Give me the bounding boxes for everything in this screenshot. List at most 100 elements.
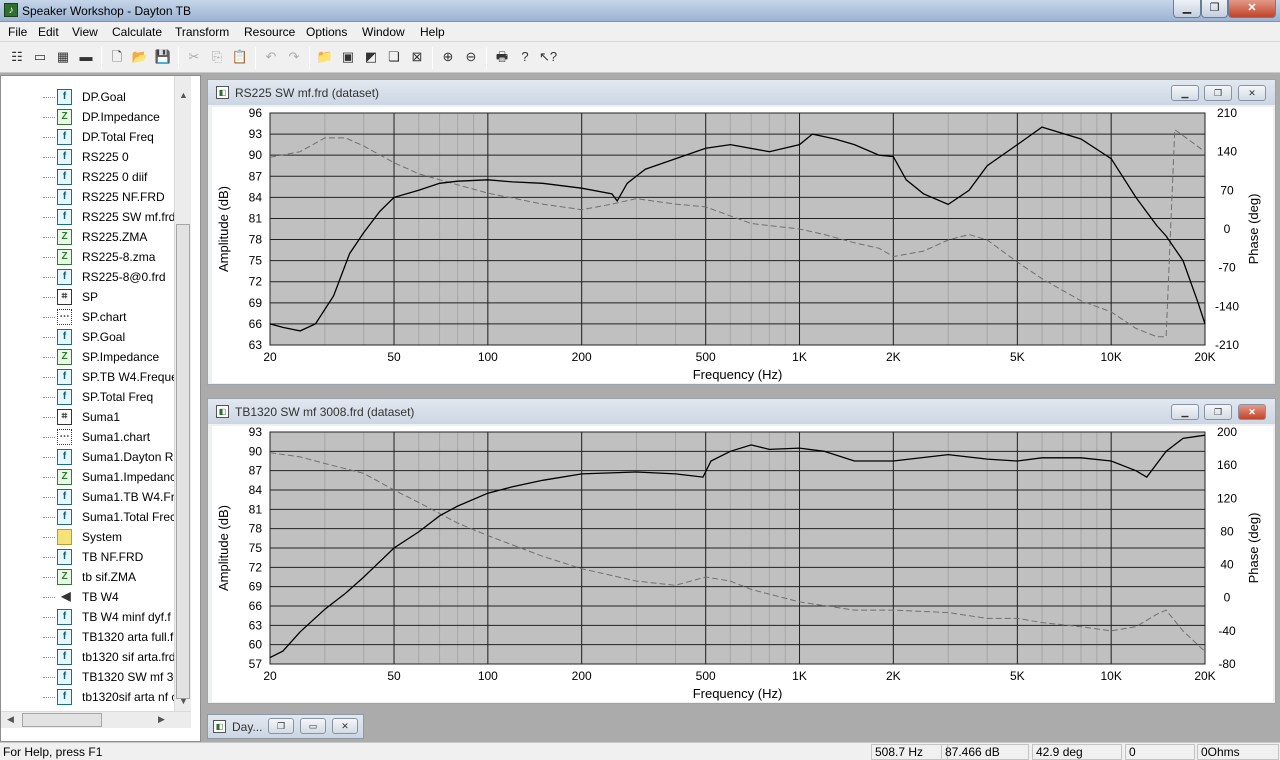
scroll-right-icon[interactable]: ▶ [158,714,165,725]
open-icon[interactable]: 📁 [315,47,335,67]
tree-item-label: TB1320 arta full.fr [82,630,174,644]
frequency-dataset-icon: f [57,389,72,405]
tree-view-icon[interactable]: ☷ [7,47,27,67]
y2-tick-label: 140 [1217,145,1237,159]
dataset-window-icon: ◧ [216,86,229,99]
x-tick-label: 2K [886,350,901,364]
print-icon[interactable]: 🖶 [492,47,512,67]
frequency-dataset-icon: f [57,169,72,185]
undo-icon[interactable]: ↶ [261,47,281,67]
status-help: For Help, press F1 [3,745,103,759]
close-icon: ✕ [1247,2,1257,14]
impedance-dataset-icon: Z [57,109,72,125]
help-icon[interactable]: ? [515,47,535,67]
y-tick-label: 75 [249,541,263,555]
vertical-scrollbar[interactable]: ▲ ▼ [174,76,191,711]
tree-connector [43,177,55,178]
tree-item-label: RS225-8.zma [82,250,156,264]
tree-item-label: SP [82,290,99,304]
scroll-left-icon[interactable]: ◀ [7,714,14,725]
mdi-area: ◧ RS225 SW mf.frd (dataset) ▁ ❐ ✕ 20 50 10… [204,75,1280,742]
close-button[interactable]: ✕ [1228,0,1276,18]
y2-tick-label: 0 [1224,591,1231,605]
menu-options[interactable]: Options [306,25,347,39]
status-frequency: 508.7 Hz [871,744,948,760]
scroll-up-icon[interactable]: ▲ [179,90,188,100]
tree-connector [43,337,55,338]
tree-connector [43,477,55,478]
dataset-window-tb1320[interactable]: ◧ TB1320 SW mf 3008.frd (dataset) ▁ ❐ ✕ … [207,398,1276,704]
child-restore-button[interactable]: ❐ [1204,404,1232,420]
minimized-window[interactable]: ◧ Day... ❐ ▭ ✕ [207,714,364,739]
child-close-button[interactable]: ✕ [1238,85,1266,101]
frequency-dataset-icon: f [57,449,72,465]
frequency-chart-rs225[interactable]: 20 50 100 200 500 1K 2K 5K 10K 20K 63 66 69 72 75 78 81 8… [212,107,1273,383]
tree-item-label: RS225.ZMA [82,230,148,244]
paste-icon[interactable]: 📋 [230,47,250,67]
tree-item-label: Suma1.Total Frec [82,510,174,524]
plot-area [269,112,1206,346]
tree-connector [43,217,55,218]
child-title-bar[interactable]: ◧ TB1320 SW mf 3008.frd (dataset) ▁ ❐ ✕ [208,399,1275,424]
menu-calculate[interactable]: Calculate [112,25,162,39]
impedance-dataset-icon: Z [57,569,72,585]
menu-transform[interactable]: Transform [175,25,229,39]
driver-icon[interactable]: ▬ [76,47,96,67]
restore-icon: ❐ [1209,2,1220,14]
restore-button[interactable]: ❐ [268,718,294,734]
tree-item-label: SP.Total Freq [82,390,154,404]
x-tick-label: 5K [1010,669,1025,683]
y2-tick-label: -210 [1215,338,1239,352]
open-folder-icon[interactable]: 📂 [130,47,150,67]
delete-window-icon[interactable]: ⊠ [407,47,427,67]
context-help-icon[interactable]: ↖? [538,47,558,67]
dataset-window-rs225[interactable]: ◧ RS225 SW mf.frd (dataset) ▁ ❐ ✕ 20 50 10… [207,79,1276,385]
title-bar: ♪ Speaker Workshop - Dayton TB ▁ ❐ ✕ [0,0,1280,22]
menu-help[interactable]: Help [420,25,445,39]
scroll-down-icon[interactable]: ▼ [179,696,188,706]
tree-item-label: DP.Goal [82,90,126,104]
frequency-chart-tb1320[interactable]: 20 50 100 200 500 1K 2K 5K 10K 20K 57 60 63 66 69 72 75 7… [212,426,1273,702]
chart2-icon[interactable]: ◩ [361,47,381,67]
child-title-bar[interactable]: ◧ RS225 SW mf.frd (dataset) ▁ ❐ ✕ [208,80,1275,105]
zoom-in-icon[interactable]: ⊕ [438,47,458,67]
cut-icon[interactable]: ✂ [184,47,204,67]
scroll-thumb[interactable] [176,224,190,699]
restore-button[interactable]: ❐ [1201,0,1228,18]
tree-item-label: SP.chart [82,310,127,324]
dataset-icon[interactable]: ▭ [30,47,50,67]
y-tick-label: 72 [249,560,263,574]
y-tick-label: 63 [249,338,263,352]
child-minimize-button[interactable]: ▁ [1171,404,1199,420]
menu-file[interactable]: File [8,25,27,39]
chart-icon[interactable]: ▣ [338,47,358,67]
copy-window-icon[interactable]: ❏ [384,47,404,67]
child-minimize-button[interactable]: ▁ [1171,85,1199,101]
table-icon[interactable]: ▦ [53,47,73,67]
horizontal-scrollbar[interactable]: ◀ ▶ [1,711,191,728]
zoom-out-icon[interactable]: ⊖ [461,47,481,67]
child-restore-button[interactable]: ❐ [1204,85,1232,101]
tree-connector [43,617,55,618]
new-file-icon[interactable]: 🗋 [107,47,127,67]
x-tick-label: 100 [478,350,498,364]
maximize-button[interactable]: ▭ [300,718,326,734]
copy-icon[interactable]: ⎘ [207,47,227,67]
y2-tick-label: 40 [1220,558,1234,572]
minimize-button[interactable]: ▁ [1173,0,1201,18]
menu-view[interactable]: View [72,25,98,39]
menu-window[interactable]: Window [362,25,405,39]
y2-tick-label: 70 [1220,183,1234,197]
tree-connector [43,657,55,658]
x-tick-label: 50 [387,669,401,683]
save-icon[interactable]: 💾 [153,47,173,67]
close-button[interactable]: ✕ [332,718,358,734]
redo-icon[interactable]: ↷ [284,47,304,67]
tree-item-label: RS225 NF.FRD [82,190,165,204]
scroll-thumb-h[interactable] [22,713,102,727]
menu-edit[interactable]: Edit [38,25,59,39]
status-bar: For Help, press F1 508.7 Hz 87.466 dB 42… [0,742,1280,760]
menu-resource[interactable]: Resource [244,25,295,39]
x-tick-label: 1K [792,669,807,683]
child-close-button[interactable]: ✕ [1238,404,1266,420]
